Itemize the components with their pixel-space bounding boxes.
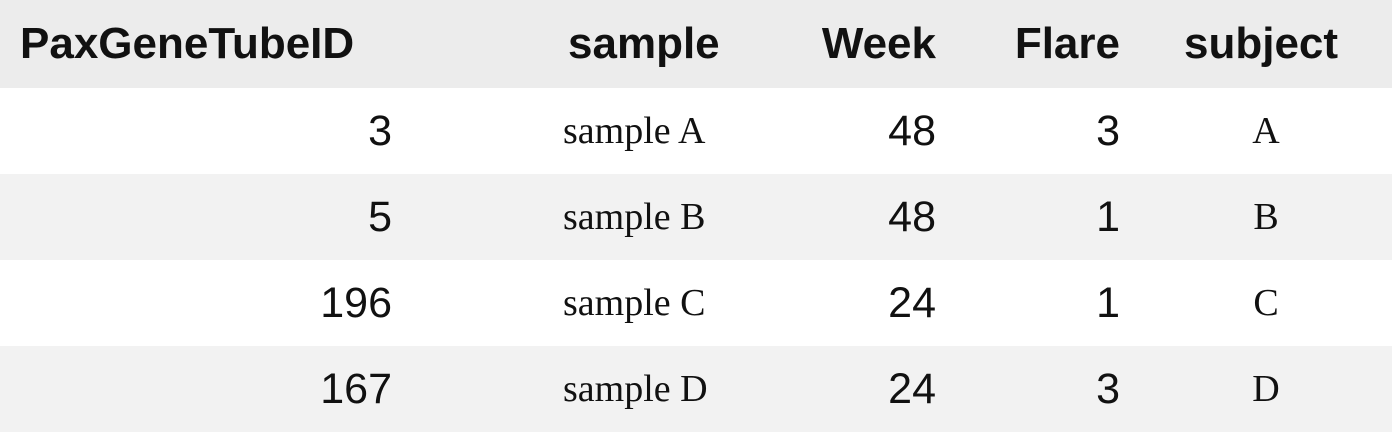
column-header-subject[interactable]: subject: [1184, 0, 1384, 88]
cell-tube-id: 3: [368, 106, 392, 155]
table-row: 196 sample C 24 1 C: [0, 260, 1392, 346]
cell-flare: 3: [1096, 106, 1120, 155]
cell-week: 24: [888, 278, 936, 327]
table-row: 167 sample D 24 3 D: [0, 346, 1392, 432]
cell-week: 24: [888, 364, 936, 413]
cell-tube-id: 196: [320, 278, 392, 327]
cell-sample: sample D: [563, 368, 708, 410]
cell-flare: 1: [1096, 278, 1120, 327]
cell-subject: A: [1252, 110, 1280, 152]
cell-week: 48: [888, 192, 936, 241]
cell-tube-id: 5: [368, 192, 392, 241]
data-table: PaxGeneTubeID sample Week Flare subject …: [0, 0, 1392, 432]
cell-sample: sample A: [563, 110, 706, 152]
column-header-week[interactable]: Week: [780, 0, 936, 88]
cell-flare: 1: [1096, 192, 1120, 241]
cell-subject: D: [1252, 368, 1280, 410]
table-row: 5 sample B 48 1 B: [0, 174, 1392, 260]
table-row: 3 sample A 48 3 A: [0, 88, 1392, 174]
column-header-flare[interactable]: Flare: [980, 0, 1120, 88]
table-header-row: PaxGeneTubeID sample Week Flare subject: [0, 0, 1392, 88]
column-header-tube-id[interactable]: PaxGeneTubeID: [0, 0, 392, 88]
cell-flare: 3: [1096, 364, 1120, 413]
cell-sample: sample B: [563, 196, 706, 238]
cell-sample: sample C: [563, 282, 706, 324]
column-header-sample[interactable]: sample: [568, 0, 758, 88]
cell-week: 48: [888, 106, 936, 155]
cell-subject: B: [1253, 196, 1279, 238]
cell-tube-id: 167: [320, 364, 392, 413]
cell-subject: C: [1253, 282, 1279, 324]
